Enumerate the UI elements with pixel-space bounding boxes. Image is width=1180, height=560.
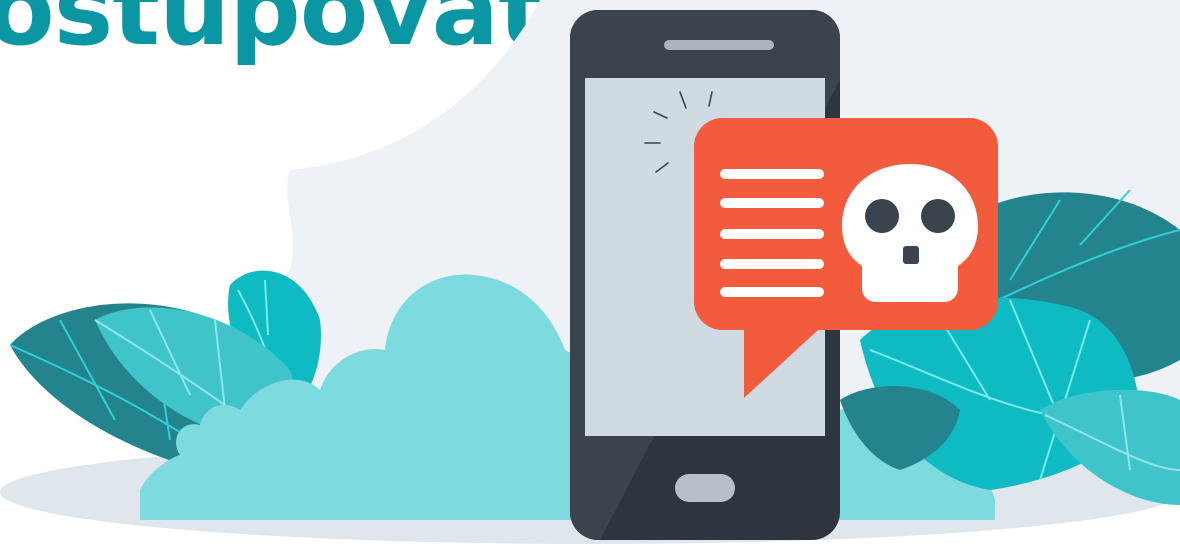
phone-speaker xyxy=(664,40,774,50)
phone-home-button xyxy=(675,474,735,502)
spam-warning-illustration xyxy=(0,0,1180,544)
skull-icon xyxy=(842,164,978,302)
